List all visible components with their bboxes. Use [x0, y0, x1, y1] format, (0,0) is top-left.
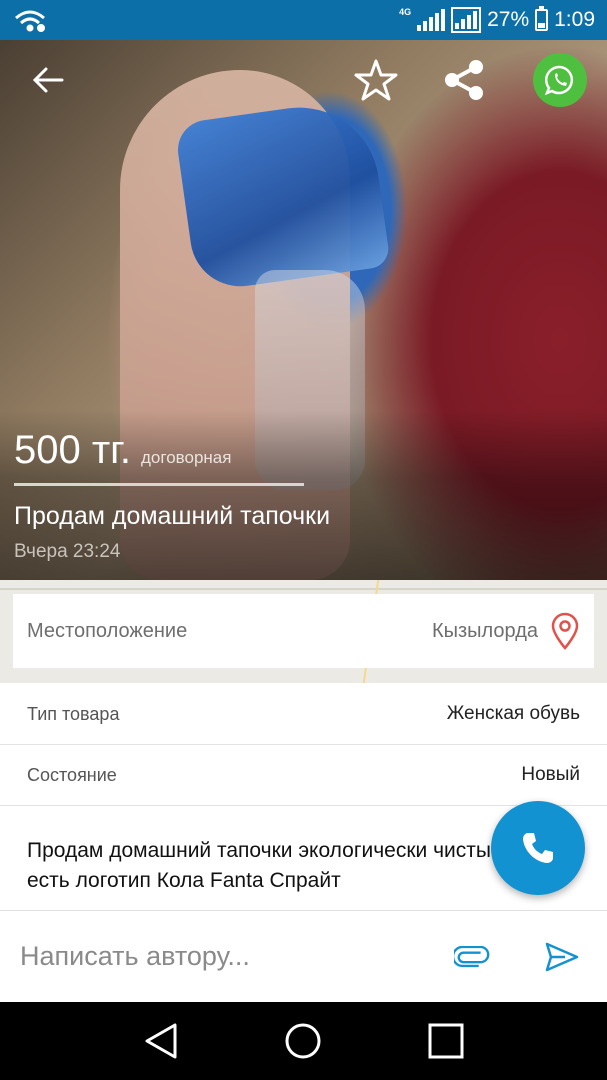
whatsapp-icon: [533, 53, 587, 107]
favorite-button[interactable]: [346, 50, 406, 110]
location-pin-icon: [551, 612, 579, 650]
listing-screen: 4G 27% 1:09 500 тг. договорная Продам до…: [0, 0, 607, 1080]
battery-icon: [535, 6, 549, 31]
navigation-bar: [0, 1002, 607, 1080]
nav-back-button[interactable]: [131, 1011, 191, 1071]
clock: 1:09: [554, 8, 595, 31]
photo-bottle-label: [174, 97, 391, 293]
location-row[interactable]: Местоположение Кызылорда: [13, 594, 594, 668]
share-icon: [445, 60, 483, 100]
back-button[interactable]: [18, 50, 78, 110]
detail-row-type: Тип товара Женская обувь: [0, 684, 607, 745]
battery-percent: 27%: [487, 8, 530, 31]
detail-value: Женская обувь: [446, 703, 580, 724]
send-button[interactable]: [537, 932, 587, 982]
signal-icon-2: [451, 7, 482, 33]
phone-icon: [523, 833, 553, 863]
location-value-group: Кызылорда: [432, 612, 580, 650]
detail-row-condition: Состояние Новый: [0, 745, 607, 806]
paperclip-icon: [454, 945, 490, 967]
location-label: Местоположение: [27, 619, 188, 642]
location-value: Кызылорда: [431, 619, 538, 642]
listing-photo[interactable]: [0, 40, 607, 580]
listing-title: Продам домашний тапочки: [14, 502, 331, 530]
status-icons: 4G 27% 1:09: [399, 0, 595, 40]
whatsapp-button[interactable]: [530, 50, 590, 110]
price: 500 тг.: [14, 428, 131, 472]
nav-home-button[interactable]: [273, 1011, 333, 1071]
price-negotiable: договорная: [141, 448, 232, 467]
network-type: 4G: [399, 7, 412, 17]
price-row: 500 тг. договорная: [14, 428, 231, 473]
signal-icon: [417, 9, 446, 31]
wifi-icon: [14, 9, 46, 38]
detail-label: Состояние: [27, 764, 117, 785]
map-road: [0, 588, 607, 590]
detail-value: Новый: [521, 764, 580, 785]
nav-recents-icon: [428, 1023, 464, 1059]
listing-date: Вчера 23:24: [14, 541, 121, 562]
call-button[interactable]: [491, 801, 585, 895]
price-divider: [14, 483, 304, 486]
message-bar: [0, 910, 607, 1002]
attach-button[interactable]: [447, 932, 497, 982]
send-icon: [545, 942, 579, 971]
nav-recents-button[interactable]: [416, 1011, 476, 1071]
status-bar: 4G 27% 1:09: [0, 0, 607, 40]
detail-label: Тип товара: [27, 703, 120, 724]
star-icon: [354, 59, 398, 101]
nav-home-icon: [285, 1023, 321, 1059]
share-button[interactable]: [434, 50, 494, 110]
back-arrow-icon: [32, 67, 64, 93]
nav-back-icon: [145, 1023, 177, 1059]
message-input[interactable]: [20, 941, 447, 972]
